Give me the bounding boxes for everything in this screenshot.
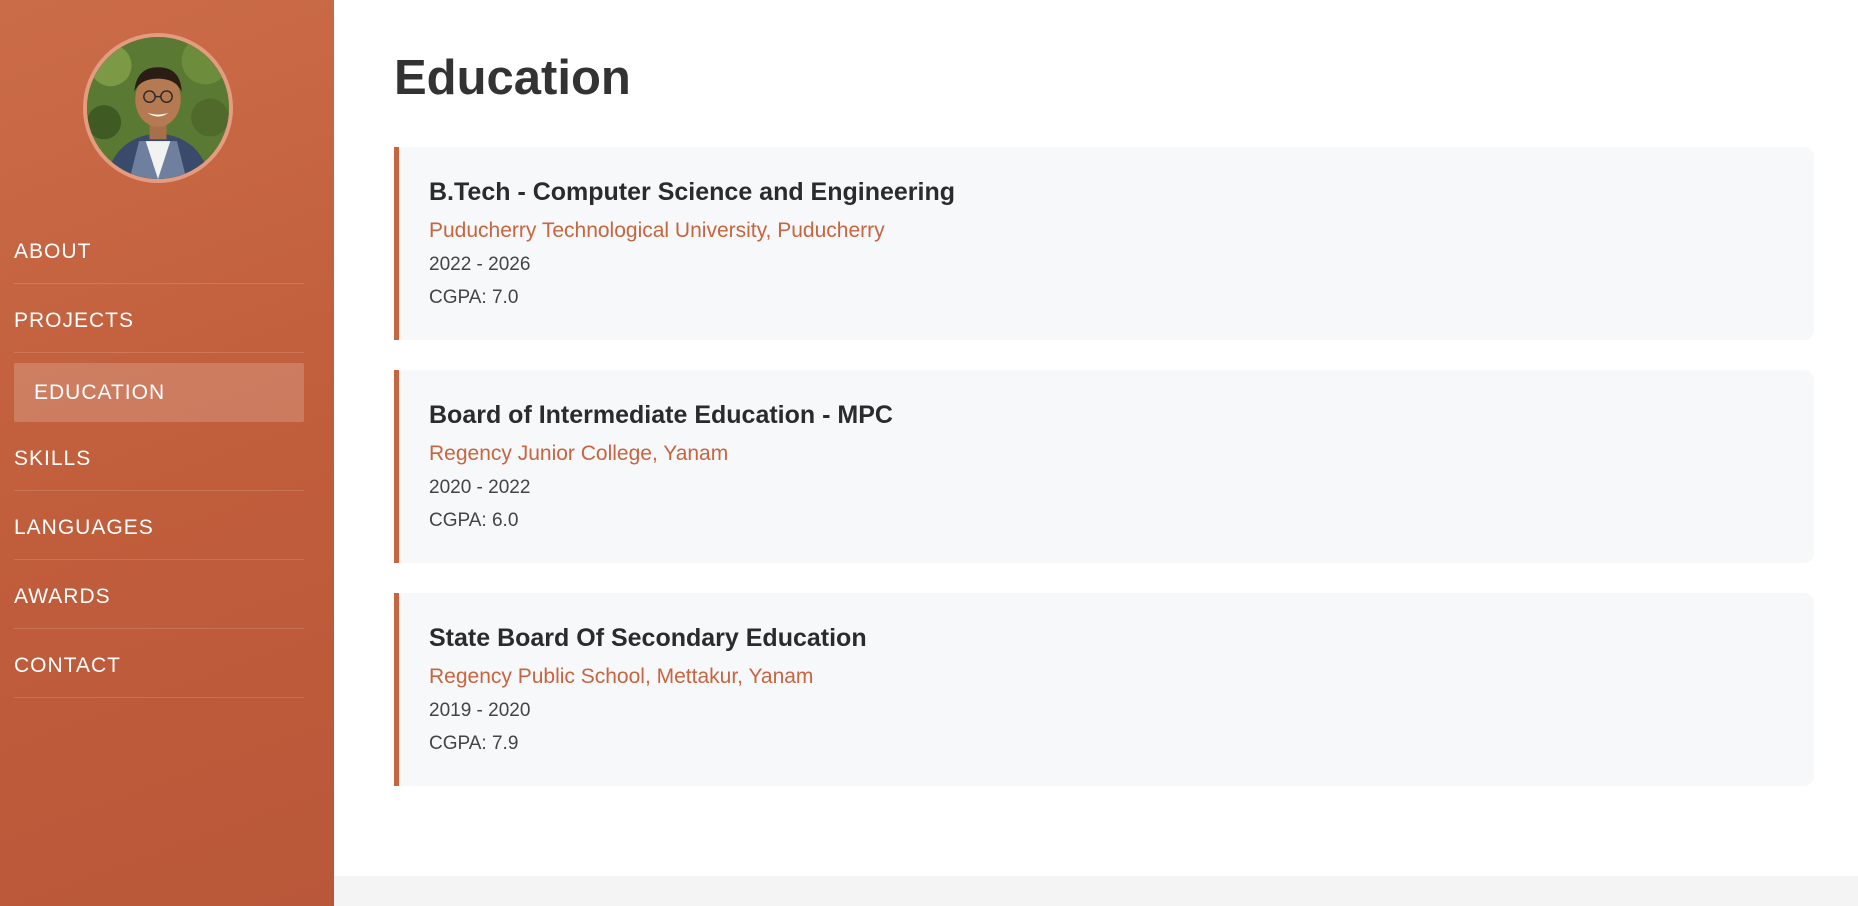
- sidebar-item-contact[interactable]: CONTACT: [14, 639, 304, 698]
- page-title: Education: [394, 51, 631, 105]
- sidebar-item-label: SKILLS: [14, 447, 92, 470]
- education-card: B.Tech - Computer Science and Engineerin…: [394, 147, 1814, 340]
- degree-title: Board of Intermediate Education - MPC: [429, 401, 893, 429]
- sidebar-item-label: CONTACT: [14, 654, 121, 677]
- sidebar-item-awards[interactable]: AWARDS: [14, 570, 304, 629]
- sidebar-nav: ABOUT PROJECTS EDUCATION SKILLS LANGUAGE…: [14, 225, 304, 708]
- year-range: 2022 - 2026: [429, 254, 531, 275]
- degree-title: B.Tech - Computer Science and Engineerin…: [429, 178, 956, 206]
- sidebar-item-education[interactable]: EDUCATION: [14, 363, 304, 422]
- institution-name: Regency Public School, Mettakur, Yanam: [429, 665, 814, 688]
- sidebar-item-label: LANGUAGES: [14, 516, 154, 539]
- education-card: Board of Intermediate Education - MPC Re…: [394, 370, 1814, 563]
- avatar-photo: [87, 37, 229, 179]
- sidebar-item-label: EDUCATION: [34, 381, 166, 404]
- sidebar-item-label: ABOUT: [14, 240, 92, 263]
- year-range: 2019 - 2020: [429, 700, 531, 721]
- sidebar-item-skills[interactable]: SKILLS: [14, 432, 304, 491]
- grade-score: CGPA: 6.0: [429, 510, 519, 531]
- avatar: [83, 33, 233, 183]
- institution-name: Regency Junior College, Yanam: [429, 442, 729, 465]
- footer-band: [334, 876, 1858, 906]
- year-range: 2020 - 2022: [429, 477, 531, 498]
- sidebar-item-about[interactable]: ABOUT: [14, 225, 304, 284]
- grade-score: CGPA: 7.0: [429, 287, 519, 308]
- grade-score: CGPA: 7.9: [429, 733, 519, 754]
- institution-name: Puducherry Technological University, Pud…: [429, 219, 885, 242]
- degree-title: State Board Of Secondary Education: [429, 624, 867, 652]
- sidebar-item-label: AWARDS: [14, 585, 111, 608]
- sidebar-item-languages[interactable]: LANGUAGES: [14, 501, 304, 560]
- education-card: State Board Of Secondary Education Regen…: [394, 593, 1814, 786]
- sidebar-item-projects[interactable]: PROJECTS: [14, 294, 304, 353]
- sidebar-item-label: PROJECTS: [14, 309, 135, 332]
- sidebar: ABOUT PROJECTS EDUCATION SKILLS LANGUAGE…: [0, 0, 334, 906]
